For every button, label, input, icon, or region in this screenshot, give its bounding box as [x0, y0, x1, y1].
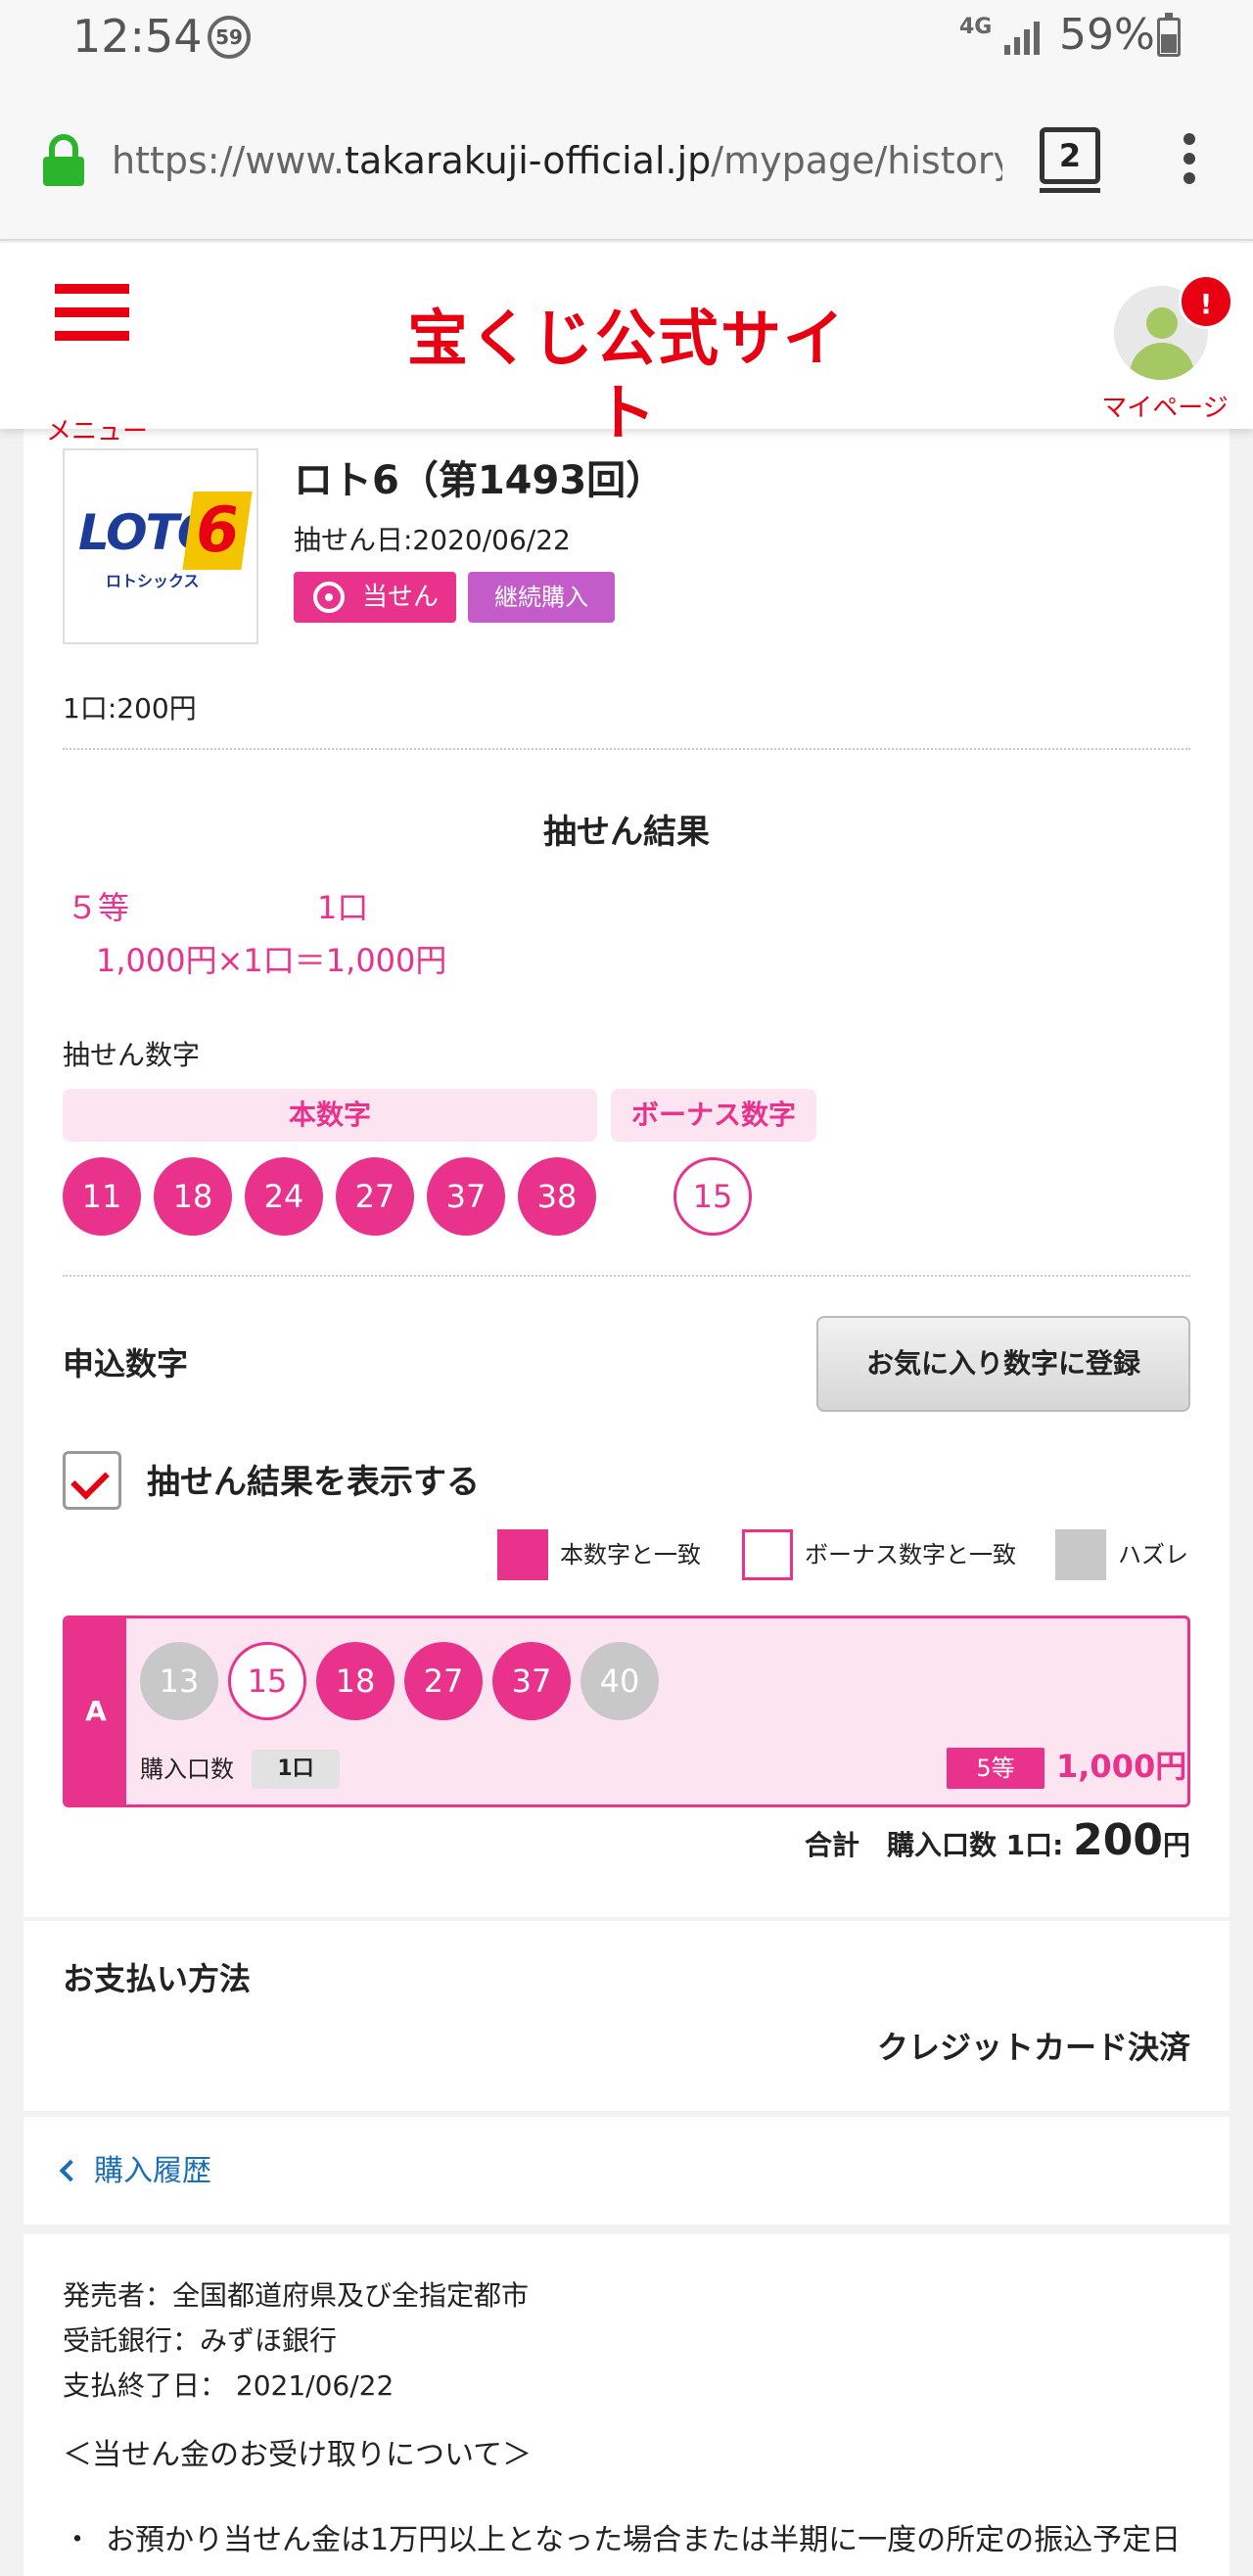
selected-number-ball: 27 [404, 1642, 483, 1720]
winning-number-ball: 27 [336, 1157, 414, 1236]
purchase-qty-label: 購入口数 [140, 1756, 234, 1783]
line-letter: A [66, 1618, 126, 1804]
info-section: 発売者：全国都道府県及び全指定都市 受託銀行：みずほ銀行 支払終了日： 2021… [23, 2234, 1230, 2576]
bonus-number-ball: 15 [673, 1157, 752, 1236]
total-unit: 円 [1162, 1829, 1190, 1861]
loto-logo-number: 6 [182, 492, 253, 570]
url-field[interactable]: https://www.takarakuji-official.jp/mypag… [112, 133, 1002, 188]
hamburger-bar [55, 331, 129, 341]
battery-percent: 59% [1059, 10, 1155, 60]
legend-swatch [1055, 1529, 1106, 1580]
prize-receipt-heading: ＜当せん金のお受け取りについて＞ [63, 2438, 533, 2472]
browser-menu-icon[interactable] [1175, 133, 1204, 192]
menu-button[interactable]: メニュー [43, 284, 148, 446]
url-scheme: https://www. [112, 139, 346, 182]
payment-section: お支払い方法 クレジットカード決済 [23, 1921, 1230, 2111]
winning-number-ball: 24 [245, 1157, 323, 1236]
purchase-history-link[interactable]: 購入履歴 [59, 2146, 211, 2189]
selected-number-ball: 13 [140, 1642, 218, 1720]
legend-bonus-match: ボーナス数字と一致 [742, 1529, 1036, 1580]
site-header: メニュー 宝くじ公式サイト ! マイページ [0, 243, 1253, 448]
hamburger-icon [55, 284, 129, 294]
target-icon [313, 582, 345, 613]
legend-main-match: 本数字と一致 [497, 1529, 713, 1580]
ticket-detail-card: LOTO 6 ロトシックス ロト6（第1493回） 抽せん日:2020/06/2… [23, 429, 1230, 1917]
selected-number-ball: 40 [580, 1642, 659, 1720]
bank-text: 受託銀行：みずほ銀行 [63, 2324, 338, 2357]
application-numbers-label: 申込数字 [63, 1345, 189, 1382]
total-prefix: 合計 購入口数 1口: [804, 1829, 1074, 1861]
register-favorite-button[interactable]: お気に入り数字に登録 [816, 1316, 1190, 1412]
line-prize-amount: 1,000円 [1056, 1748, 1187, 1785]
lock-icon [43, 134, 84, 186]
mypage-label: マイページ [1101, 394, 1229, 423]
divider [63, 1275, 1190, 1277]
chevron-left-icon [59, 2159, 82, 2182]
menu-label: メニュー [45, 417, 148, 446]
total-summary: 合計 購入口数 1口: 200円 [805, 1815, 1190, 1865]
legend-label: 本数字と一致 [560, 1541, 701, 1569]
selected-number-ball: 15 [228, 1642, 306, 1720]
win-badge: 当せん [294, 572, 456, 623]
prize-receipt-note: お預かり当せん金は1万円以上となった場合または半期に一度の所定の振込予定日 [63, 2518, 1198, 2563]
site-logo[interactable]: 宝くじ公式サイト [401, 302, 852, 448]
ticket-title: ロト6（第1493回） [294, 458, 666, 503]
payment-method-value: クレジットカード決済 [876, 2029, 1190, 2066]
url-host: takarakuji-official.jp [345, 139, 712, 182]
browser-toolbar: https://www.takarakuji-official.jp/mypag… [0, 78, 1253, 241]
line-rank-badge: 5等 [947, 1748, 1044, 1789]
legend-swatch [497, 1529, 548, 1580]
show-results-checkbox[interactable] [63, 1451, 121, 1510]
status-bar: 12:54 59 4G 59% [0, 0, 1253, 78]
url-path: /mypage/history/d [711, 139, 1002, 182]
network-type: 4G [959, 15, 993, 39]
prize-amount: 1,000円×1口＝1,000円 [96, 942, 447, 979]
prize-count: 1口 [317, 889, 369, 926]
loto-logo-kana: ロトシックス [106, 572, 200, 590]
seller-text: 発売者：全国都道府県及び全指定都市 [63, 2279, 530, 2312]
clock: 12:54 [72, 10, 203, 63]
legend-swatch [742, 1529, 793, 1580]
selected-number-ball: 37 [492, 1642, 571, 1720]
purchase-history-label: 購入履歴 [94, 2154, 211, 2188]
payment-end-text: 支払終了日： 2021/06/22 [63, 2369, 394, 2402]
continuous-purchase-badge: 継続購入 [468, 572, 615, 623]
loto6-logo: LOTO 6 ロトシックス [63, 448, 258, 644]
battery-icon [1157, 13, 1181, 57]
winning-number-ball: 18 [154, 1157, 232, 1236]
show-results-label[interactable]: 抽せん結果を表示する [147, 1455, 480, 1503]
tab-switcher-button[interactable]: 2 [1040, 127, 1100, 193]
navigation-section: 購入履歴 [23, 2117, 1230, 2225]
ticket-line-a: A 13 15 18 27 37 40 購入口数 1口 5等 1,000円 [63, 1616, 1190, 1807]
hamburger-bar [55, 307, 129, 317]
legend-label: ボーナス数字と一致 [805, 1541, 1016, 1569]
prize-rank: ５等 [67, 889, 130, 926]
total-amount: 200 [1073, 1815, 1163, 1865]
alert-badge: ! [1179, 274, 1233, 329]
winning-number-ball: 11 [63, 1157, 141, 1236]
mypage-button[interactable]: ! マイページ [1096, 262, 1233, 423]
bonus-number-label: ボーナス数字 [611, 1089, 816, 1142]
legend-label: ハズレ [1118, 1541, 1188, 1569]
selected-number-ball: 18 [316, 1642, 394, 1720]
payment-method-label: お支払い方法 [63, 1960, 252, 1997]
winning-number-ball: 37 [427, 1157, 505, 1236]
draw-date: 抽せん日:2020/06/22 [294, 524, 571, 556]
legend-miss: ハズレ [1055, 1529, 1192, 1580]
result-heading: 抽せん結果 [543, 813, 710, 852]
unit-price: 1口:200円 [63, 692, 197, 725]
winning-numbers-label: 抽せん数字 [63, 1039, 201, 1071]
issuer-info: 発売者：全国都道府県及び全指定都市 受託銀行：みずほ銀行 支払終了日： 2021… [63, 2273, 529, 2409]
notification-count-icon: 59 [208, 16, 251, 59]
signal-icon [1004, 22, 1040, 55]
winning-number-ball: 38 [518, 1157, 596, 1236]
divider [63, 748, 1190, 750]
main-numbers-label: 本数字 [63, 1089, 597, 1142]
purchase-qty-value: 1口 [252, 1750, 340, 1789]
win-badge-label: 当せん [362, 583, 440, 612]
